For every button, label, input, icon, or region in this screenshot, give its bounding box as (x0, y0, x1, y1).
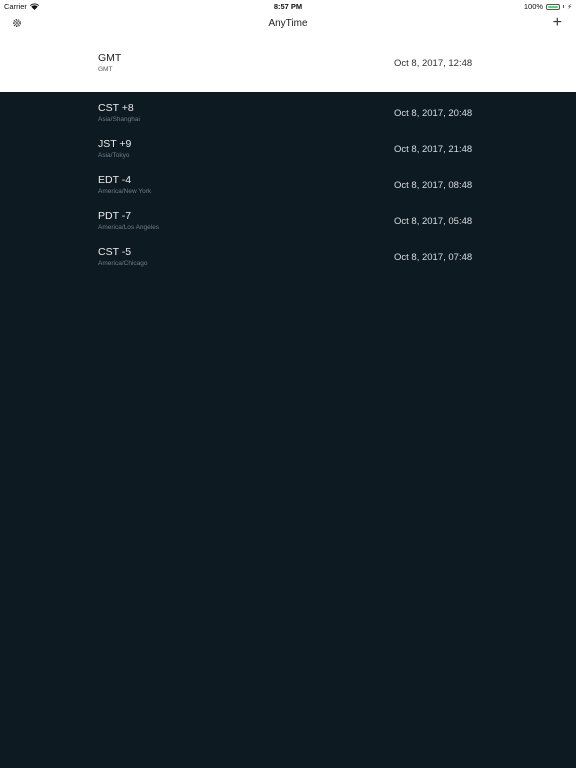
zone-datetime: Oct 8, 2017, 08:48 (394, 180, 473, 191)
status-right: 100% ⚡ (524, 2, 572, 11)
zone-name: Asia/Shanghai (98, 116, 140, 123)
zone-abbr: CST +8 (98, 102, 134, 114)
battery-fill (548, 5, 559, 8)
zone-abbr: CST -5 (98, 246, 132, 258)
zone-name: Asia/Tokyo (98, 152, 130, 159)
zone-datetime: Oct 8, 2017, 20:48 (394, 108, 473, 119)
battery-cap (563, 5, 565, 8)
zone-name: America/Chicago (98, 260, 148, 267)
zone-row-new-york[interactable]: EDT -4 America/New York Oct 8, 2017, 08:… (0, 168, 576, 204)
navigation-bar: AnyTime + (0, 12, 576, 36)
header-area: Carrier 8:57 PM 100% ⚡ AnyTime + GMT GMT… (0, 0, 576, 92)
zone-name: America/Los Angeles (98, 224, 160, 231)
zone-abbr: PDT -7 (98, 210, 132, 222)
zone-row-shanghai[interactable]: CST +8 Asia/Shanghai Oct 8, 2017, 20:48 (0, 96, 576, 132)
home-zone-row[interactable]: GMT GMT Oct 8, 2017, 12:48 (0, 46, 576, 86)
battery-percent: 100% (523, 2, 544, 11)
zone-row-chicago[interactable]: CST -5 America/Chicago Oct 8, 2017, 07:4… (0, 240, 576, 276)
battery-icon (546, 3, 561, 10)
zone-row-los-angeles[interactable]: PDT -7 America/Los Angeles Oct 8, 2017, … (0, 204, 576, 240)
zone-name: GMT (98, 66, 113, 73)
plus-icon[interactable]: + (553, 15, 562, 31)
zone-datetime: Oct 8, 2017, 12:48 (394, 58, 473, 69)
zone-abbr: JST +9 (98, 138, 132, 150)
zone-abbr: GMT (98, 52, 122, 64)
status-time: 8:57 PM (273, 2, 303, 11)
page-title: AnyTime (268, 18, 308, 29)
zone-row-tokyo[interactable]: JST +9 Asia/Tokyo Oct 8, 2017, 21:48 (0, 132, 576, 168)
zone-datetime: Oct 8, 2017, 05:48 (394, 216, 473, 227)
charging-icon: ⚡ (567, 3, 572, 11)
zone-datetime: Oct 8, 2017, 07:48 (394, 252, 473, 263)
zone-name: America/New York (98, 188, 152, 195)
status-bar: Carrier 8:57 PM 100% ⚡ (0, 0, 576, 12)
zone-datetime: Oct 8, 2017, 21:48 (394, 144, 473, 155)
zone-abbr: EDT -4 (98, 174, 132, 186)
